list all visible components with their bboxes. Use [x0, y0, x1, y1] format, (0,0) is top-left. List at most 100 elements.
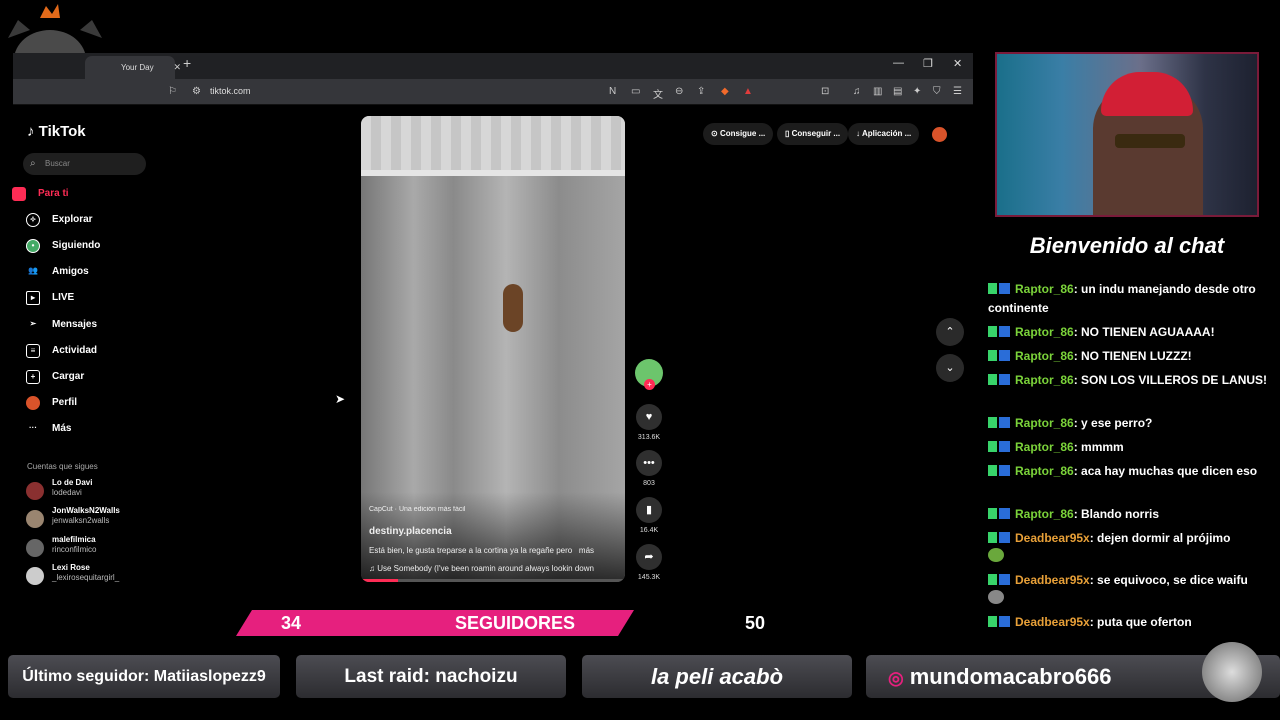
kick-badge-icon	[988, 616, 997, 627]
brave-shield-icon[interactable]: ◆	[721, 86, 729, 97]
video-progress-bar[interactable]	[361, 579, 625, 582]
promo-button-1[interactable]: ⊙ Consigue ...	[703, 123, 774, 145]
nav-mensajes[interactable]: ➢ Mensajes	[26, 315, 146, 335]
share-button[interactable]: ➦ 145.3K	[634, 544, 664, 581]
friends-icon: 👥	[28, 266, 38, 275]
kick-badge-icon	[988, 441, 997, 452]
webcam-feed	[995, 52, 1259, 217]
promo-button-3[interactable]: ↓ Aplicación ...	[848, 123, 920, 145]
cast-icon[interactable]: ▭	[631, 86, 640, 97]
nav-explorar[interactable]: ✧ Explorar	[26, 210, 146, 230]
followed-account[interactable]: Lo de Davi lodedavi	[26, 478, 156, 504]
last-follower-panel: Último seguidor: Matiiaslopezz9	[8, 655, 280, 698]
search-input[interactable]: ⌕ Buscar	[23, 153, 146, 175]
chat-username[interactable]: Raptor_86	[1015, 373, 1074, 387]
next-video-button[interactable]: ⌄	[936, 354, 964, 382]
chat-text: : NO TIENEN AGUAAAA!	[1073, 325, 1215, 339]
nav-actividad[interactable]: ≡ Actividad	[26, 341, 146, 361]
followers-goal: 50	[745, 613, 766, 633]
chat-message: Raptor_86: mmmm	[988, 438, 1272, 457]
previous-video-button[interactable]: ⌃	[936, 318, 964, 346]
brave-rewards-icon[interactable]: ▲	[743, 86, 753, 97]
search-icon: ⌕	[30, 158, 36, 169]
chat-username[interactable]: Raptor_86	[1015, 349, 1074, 363]
chat-message: Raptor_86: aca hay muchas que dicen eso	[988, 462, 1272, 481]
url-field[interactable]: tiktok.com	[210, 86, 251, 96]
address-bar: ⚐ ⚙ tiktok.com N ▭ 文 ⊖ ⇪ ◆ ▲ ⊡ ♫ ▥ ▤ ✦ ⛉…	[13, 79, 973, 105]
followed-account[interactable]: JonWalksN2Walls jenwalksn2walls	[26, 506, 156, 532]
nav-live[interactable]: ▸ LIVE	[26, 288, 146, 308]
share-arrow-icon: ➦	[636, 544, 662, 570]
following-icon: •	[26, 239, 40, 253]
leo-icon[interactable]: ✦	[913, 86, 921, 97]
chevron-down-icon: ⌄	[945, 362, 955, 374]
translate-icon[interactable]: 文	[653, 86, 663, 101]
chat-username[interactable]: Deadbear95x	[1015, 573, 1090, 587]
kick-badge-icon	[988, 532, 997, 543]
message-icon: ➢	[29, 319, 37, 328]
following-heading: Cuentas que sigues	[27, 462, 98, 471]
nav-cargar[interactable]: + Cargar	[26, 367, 146, 387]
followed-account[interactable]: malefilmica rinconfilmico	[26, 535, 156, 561]
chat-username[interactable]: Raptor_86	[1015, 464, 1074, 478]
video-author[interactable]: destiny.placencia	[369, 526, 617, 537]
comment-icon: •••	[636, 450, 662, 476]
browser-tab[interactable]: Your Day ✕	[85, 56, 181, 79]
user-avatar[interactable]	[932, 127, 947, 142]
close-tab-icon[interactable]: ✕	[173, 56, 181, 79]
media-icon[interactable]: ♫	[853, 86, 861, 97]
zoom-icon[interactable]: ⊖	[675, 86, 683, 97]
close-window-icon[interactable]: ✕	[953, 57, 962, 70]
chat-message: Deadbear95x: dejen dormir al prójimo	[988, 529, 1272, 568]
platform-badge-icon	[999, 616, 1010, 627]
chat-text: : mmmm	[1073, 440, 1124, 454]
restore-icon[interactable]: ❐	[923, 57, 933, 70]
chat-username[interactable]: Raptor_86	[1015, 282, 1074, 296]
chat-username[interactable]: Raptor_86	[1015, 507, 1074, 521]
chat-username[interactable]: Raptor_86	[1015, 416, 1074, 430]
wallet-icon[interactable]: ▤	[893, 86, 902, 97]
chat-message: Raptor_86: SON LOS VILLEROS DE LANUS!	[988, 371, 1272, 390]
menu-icon[interactable]: ☰	[953, 86, 962, 97]
followed-account[interactable]: Lexi Rose _lexirosequitargirl_	[26, 563, 156, 589]
activity-icon: ≡	[26, 344, 40, 358]
vpn-icon[interactable]: ⛉	[933, 86, 941, 97]
like-button[interactable]: ♥ 313.6K	[634, 404, 664, 441]
nav-para-ti[interactable]: Para ti	[12, 184, 132, 204]
new-tab-icon[interactable]: +	[183, 55, 191, 71]
save-button[interactable]: ▮ 16.4K	[634, 497, 664, 534]
chat-username[interactable]: Raptor_86	[1015, 440, 1074, 454]
nav-perfil[interactable]: Perfil	[26, 393, 146, 413]
video-player[interactable]: CapCut · Una edición más fácil destiny.p…	[361, 116, 625, 582]
reader-icon[interactable]: N	[609, 86, 616, 97]
kick-badge-icon	[988, 326, 997, 337]
platform-badge-icon	[999, 283, 1010, 294]
video-caption: Está bien, le gusta treparse a la cortin…	[369, 546, 595, 555]
minimize-icon[interactable]: —	[893, 57, 904, 69]
nav-siguiendo[interactable]: • Siguiendo	[26, 236, 146, 256]
chat-message: Deadbear95x: se equivoco, se dice waifu	[988, 571, 1272, 610]
chat-username[interactable]: Raptor_86	[1015, 325, 1074, 339]
video-music[interactable]: ♫ Use Somebody (I've been roamin around …	[369, 564, 617, 573]
chat-title: Bienvenido al chat	[1029, 233, 1225, 258]
follow-plus-icon[interactable]: +	[644, 379, 655, 390]
comment-button[interactable]: ••• 803	[634, 450, 664, 487]
more-link[interactable]: más	[579, 546, 594, 555]
site-info-icon[interactable]: ⚙	[192, 86, 201, 97]
chat-username[interactable]: Deadbear95x	[1015, 615, 1090, 629]
last-raid-panel: Last raid: nachoizu	[296, 655, 566, 698]
nav-mas[interactable]: ··· Más	[26, 419, 146, 439]
share-icon[interactable]: ⇪	[697, 86, 705, 97]
bookmark-icon[interactable]: ⚐	[168, 86, 177, 97]
tiktok-logo[interactable]: ♪ TikTok	[27, 123, 86, 140]
screenshot-icon[interactable]: ⊡	[821, 86, 829, 97]
promo-button-2[interactable]: ▯ Conseguir ...	[777, 123, 849, 145]
live-icon: ▸	[26, 291, 40, 305]
chat-username[interactable]: Deadbear95x	[1015, 531, 1090, 545]
nav-amigos[interactable]: 👥 Amigos	[26, 262, 146, 282]
emote-icon	[988, 590, 1004, 604]
platform-badge-icon	[999, 465, 1010, 476]
creator-avatar[interactable]: +	[635, 359, 663, 390]
sidebar-icon[interactable]: ▥	[873, 86, 882, 97]
tiktok-note-icon: ♪	[27, 123, 35, 140]
